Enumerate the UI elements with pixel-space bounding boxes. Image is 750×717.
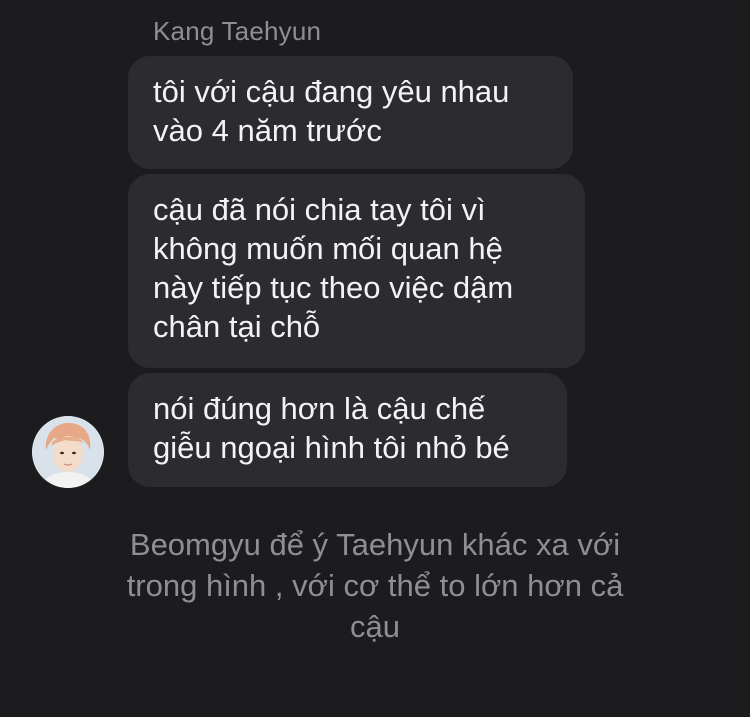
chat-thread: Kang Taehyun tôi với cậu đang yêu nhau v…: [0, 0, 750, 717]
sender-name: Kang Taehyun: [153, 16, 322, 46]
avatar[interactable]: [32, 416, 104, 488]
message-bubble[interactable]: cậu đã nói chia tay tôi vì không muốn mố…: [128, 174, 585, 368]
avatar-image: [32, 416, 104, 488]
narration-caption: Beomgyu để ý Taehyun khác xa với trong h…: [126, 527, 624, 644]
message-bubble[interactable]: nói đúng hơn là cậu chế giễu ngoại hình …: [128, 373, 567, 487]
message-bubble[interactable]: tôi với cậu đang yêu nhau vào 4 năm trướ…: [128, 56, 573, 169]
